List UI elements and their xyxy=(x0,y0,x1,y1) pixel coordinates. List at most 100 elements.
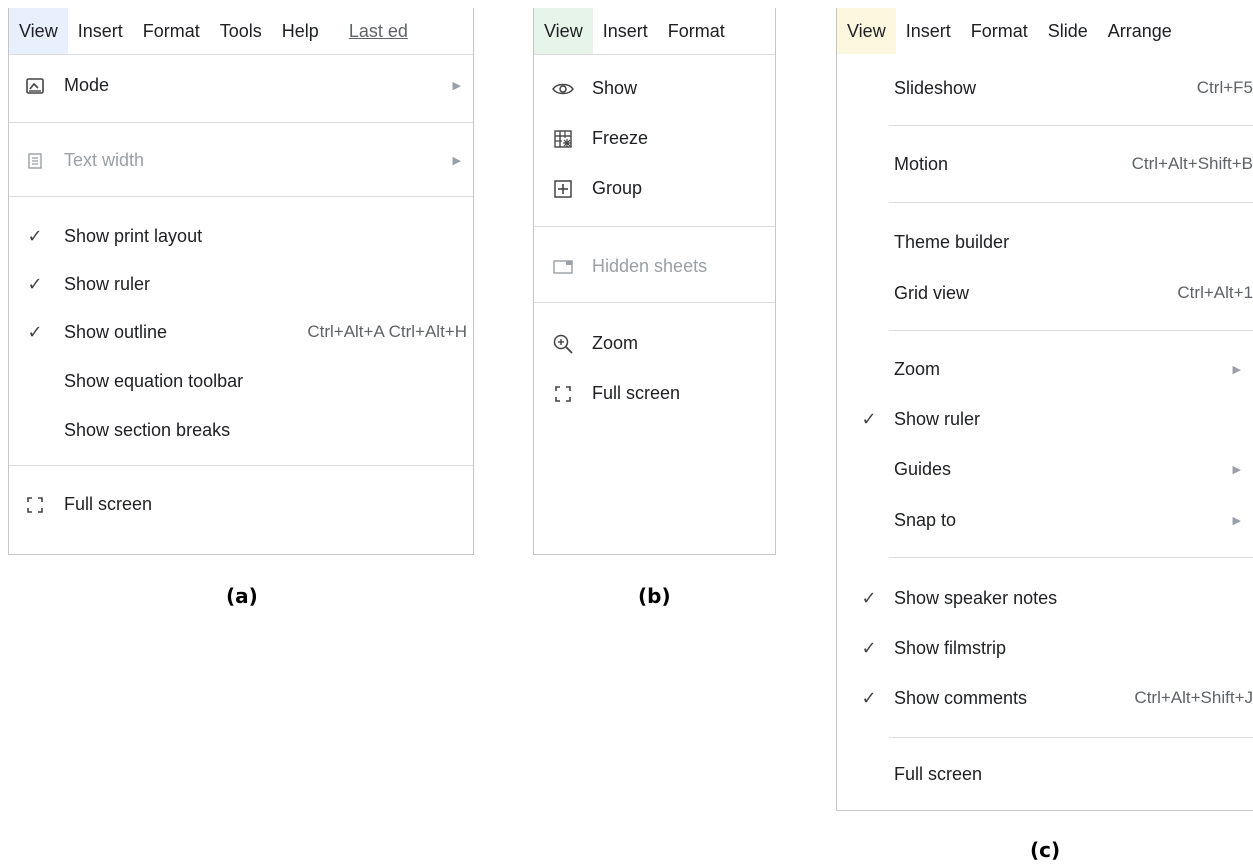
caption-b: (b) xyxy=(638,584,671,608)
menu-item-label: Show print layout xyxy=(64,225,203,246)
checkmark-icon: ✓ xyxy=(861,637,877,658)
separator xyxy=(889,202,1253,203)
menu-item-label: Zoom xyxy=(592,332,639,353)
menu-item-label: Show equation toolbar xyxy=(64,370,244,391)
menu-item-label: Freeze xyxy=(592,127,649,148)
zoom-icon xyxy=(549,332,577,354)
caption-a: (a) xyxy=(226,584,258,608)
fullscreen-icon xyxy=(21,494,49,515)
menubar-divider xyxy=(534,54,775,55)
slides-view-menu: View Insert Format Slide Arrange Slidesh… xyxy=(836,8,1253,811)
shortcut-text: Ctrl+Alt+Shift+J xyxy=(1134,688,1253,707)
menu-item-zoom[interactable]: Zoom xyxy=(534,326,775,360)
eye-icon xyxy=(549,78,577,99)
sheets-menubar: View Insert Format xyxy=(534,8,775,54)
checkmark-icon: ✓ xyxy=(861,687,877,708)
checkmark-icon: ✓ xyxy=(27,321,43,342)
separator xyxy=(889,737,1253,738)
menu-item-show-outline[interactable]: ✓ Show outline Ctrl+Alt+A Ctrl+Alt+H xyxy=(9,315,473,349)
menu-format[interactable]: Format xyxy=(658,8,735,54)
shortcut-text: Ctrl+F5 xyxy=(1196,78,1253,97)
menu-item-show-ruler[interactable]: ✓ Show ruler xyxy=(837,402,1253,436)
menu-item-label: Show speaker notes xyxy=(894,587,1058,608)
menu-item-slideshow[interactable]: Slideshow Ctrl+F5 xyxy=(837,71,1253,105)
menubar-divider xyxy=(9,54,473,55)
menu-item-full-screen[interactable]: Full screen xyxy=(837,757,1253,791)
submenu-arrow-icon: ▶ xyxy=(1232,514,1241,527)
menu-item-label: Show outline xyxy=(64,321,168,342)
hidden-sheets-icon xyxy=(549,256,577,277)
separator xyxy=(9,196,473,197)
separator xyxy=(534,226,775,227)
menu-insert[interactable]: Insert xyxy=(896,8,961,54)
sheets-view-menu: View Insert Format Show Freeze Group Hid… xyxy=(533,8,776,555)
menu-item-show-ruler[interactable]: ✓ Show ruler xyxy=(9,267,473,301)
group-icon xyxy=(549,178,577,199)
menu-item-text-width: Text width ▶ xyxy=(9,143,473,177)
docs-view-menu: View Insert Format Tools Help Last ed Mo… xyxy=(8,8,474,555)
menu-item-label: Mode xyxy=(64,74,110,95)
fullscreen-icon xyxy=(549,383,577,404)
menu-item-show-print-layout[interactable]: ✓ Show print layout xyxy=(9,219,473,253)
menu-item-label: Guides xyxy=(894,458,952,479)
menu-help[interactable]: Help xyxy=(272,8,329,54)
checkmark-icon: ✓ xyxy=(861,408,877,429)
menu-item-label: Grid view xyxy=(894,282,970,303)
submenu-arrow-icon: ▶ xyxy=(452,79,461,92)
menu-item-show-equation-toolbar[interactable]: Show equation toolbar xyxy=(9,364,473,398)
menu-item-label: Full screen xyxy=(894,763,983,784)
menu-item-zoom[interactable]: Zoom ▶ xyxy=(837,352,1253,386)
caption-c: (c) xyxy=(1030,838,1061,862)
menu-view[interactable]: View xyxy=(837,8,896,54)
menu-item-show-section-breaks[interactable]: Show section breaks xyxy=(9,413,473,447)
menu-view[interactable]: View xyxy=(9,8,68,54)
menu-arrange[interactable]: Arrange xyxy=(1098,8,1182,54)
menu-item-label: Show section breaks xyxy=(64,419,231,440)
menu-item-label: Show comments xyxy=(894,687,1028,708)
checkmark-icon: ✓ xyxy=(861,587,877,608)
menu-slide[interactable]: Slide xyxy=(1038,8,1098,54)
menu-item-label: Snap to xyxy=(894,509,957,530)
menu-item-show[interactable]: Show xyxy=(534,71,775,105)
submenu-arrow-icon: ▶ xyxy=(1232,463,1241,476)
separator xyxy=(889,557,1253,558)
shortcut-text: Ctrl+Alt+Shift+B xyxy=(1131,154,1253,173)
menu-view[interactable]: View xyxy=(534,8,593,54)
docs-menubar: View Insert Format Tools Help Last ed xyxy=(9,8,473,54)
menu-insert[interactable]: Insert xyxy=(68,8,133,54)
menu-item-mode[interactable]: Mode ▶ xyxy=(9,68,473,102)
menu-item-label: Show filmstrip xyxy=(894,637,1007,658)
menu-item-label: Full screen xyxy=(592,382,681,403)
menu-item-guides[interactable]: Guides ▶ xyxy=(837,452,1253,486)
menu-item-snap-to[interactable]: Snap to ▶ xyxy=(837,503,1253,537)
menu-item-label: Hidden sheets xyxy=(592,255,708,276)
separator xyxy=(534,302,775,303)
menu-format[interactable]: Format xyxy=(961,8,1038,54)
last-edit-link[interactable]: Last ed xyxy=(329,8,418,54)
menu-item-show-speaker-notes[interactable]: ✓ Show speaker notes xyxy=(837,581,1253,615)
menu-item-group[interactable]: Group xyxy=(534,171,775,205)
menu-item-label: Slideshow xyxy=(894,77,977,98)
menu-item-label: Group xyxy=(592,177,643,198)
menu-item-label: Theme builder xyxy=(894,231,1010,252)
menu-item-show-comments[interactable]: ✓ Show comments Ctrl+Alt+Shift+J xyxy=(837,681,1253,715)
menu-item-show-filmstrip[interactable]: ✓ Show filmstrip xyxy=(837,631,1253,665)
slides-menubar: View Insert Format Slide Arrange xyxy=(837,8,1253,54)
menu-item-grid-view[interactable]: Grid view Ctrl+Alt+1 xyxy=(837,276,1253,310)
separator xyxy=(889,330,1253,331)
menu-item-theme-builder[interactable]: Theme builder xyxy=(837,225,1253,259)
menu-tools[interactable]: Tools xyxy=(210,8,272,54)
menu-item-full-screen[interactable]: Full screen xyxy=(9,487,473,521)
menu-insert[interactable]: Insert xyxy=(593,8,658,54)
menu-item-motion[interactable]: Motion Ctrl+Alt+Shift+B xyxy=(837,147,1253,181)
menu-item-label: Full screen xyxy=(64,493,153,514)
submenu-arrow-icon: ▶ xyxy=(452,154,461,167)
menu-item-label: Show xyxy=(592,77,638,98)
menu-item-label: Motion xyxy=(894,153,949,174)
menu-format[interactable]: Format xyxy=(133,8,210,54)
text-width-icon xyxy=(21,150,49,171)
menu-item-freeze[interactable]: Freeze xyxy=(534,121,775,155)
mode-icon xyxy=(21,75,49,96)
menu-item-full-screen[interactable]: Full screen xyxy=(534,376,775,410)
separator xyxy=(9,122,473,123)
